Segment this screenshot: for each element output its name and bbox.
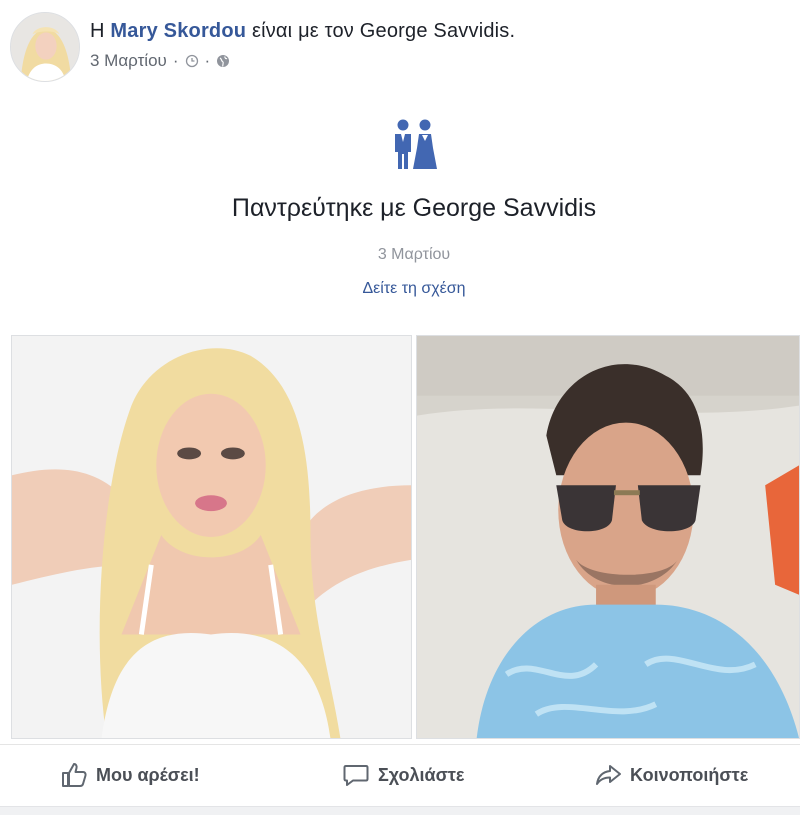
tagged-with-text: είναι με τον George Savvidis. xyxy=(251,20,516,42)
life-event-title: Παντρεύτηκε με George Savvidis xyxy=(231,194,597,222)
post-card: Η Mary Skordou είναι με τον George Savvi… xyxy=(0,0,800,815)
post-meta: 3 Μαρτίου · · xyxy=(90,51,230,71)
post-bottom-divider xyxy=(0,806,800,815)
meta-separator-2: · xyxy=(204,51,211,70)
life-event-date: 3 Μαρτίου xyxy=(377,246,451,263)
share-button[interactable]: Κοινοποιήστε xyxy=(594,759,748,791)
photo-left[interactable] xyxy=(11,335,412,739)
clock-icon xyxy=(185,54,199,68)
photo-grid xyxy=(11,335,800,739)
post-actions-bar: Μου αρέσει! Σχολιάστε Κοινοποιήστε xyxy=(0,744,800,804)
like-button[interactable]: Μου αρέσει! xyxy=(60,759,200,791)
globe-icon[interactable] xyxy=(216,54,230,68)
comment-button[interactable]: Σχολιάστε xyxy=(342,759,464,791)
comment-label: Σχολιάστε xyxy=(378,764,465,785)
thumbs-up-icon xyxy=(60,761,88,789)
comment-bubble-icon xyxy=(342,761,370,789)
headline-prefix: Η xyxy=(90,20,105,42)
wedding-couple-icon xyxy=(390,118,438,170)
share-arrow-icon xyxy=(594,761,622,789)
share-label: Κοινοποιήστε xyxy=(630,764,749,785)
author-name-link[interactable]: Mary Skordou xyxy=(110,20,246,42)
meta-separator: · xyxy=(172,51,179,70)
post-headline: Η Mary Skordou είναι με τον George Savvi… xyxy=(90,20,515,43)
like-label: Μου αρέσει! xyxy=(96,764,200,785)
avatar[interactable] xyxy=(10,12,80,82)
post-header: Η Mary Skordou είναι με τον George Savvi… xyxy=(10,10,790,84)
post-date-link[interactable]: 3 Μαρτίου xyxy=(90,51,167,71)
life-event: Παντρεύτηκε με George Savvidis 3 Μαρτίου… xyxy=(0,110,800,330)
see-relationship-link[interactable]: Δείτε τη σχέση xyxy=(0,280,800,298)
photo-right[interactable] xyxy=(416,335,800,739)
